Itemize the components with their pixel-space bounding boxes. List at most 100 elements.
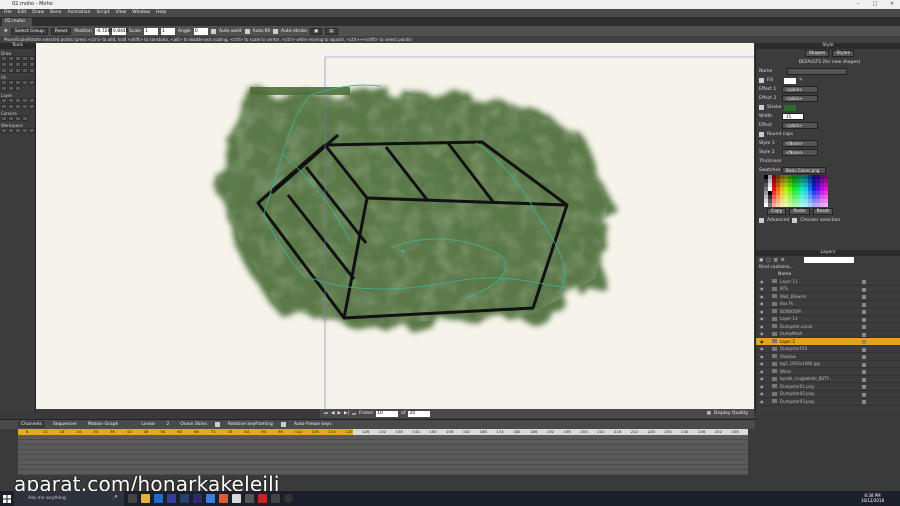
close-icon[interactable]: ✕ <box>884 0 900 9</box>
relative-keyframing-checkbox[interactable] <box>214 422 220 427</box>
layer-row[interactable]: ◉ bg3_1920x1080.jpg <box>756 361 900 368</box>
color-swatches[interactable] <box>764 175 900 207</box>
layer-lock-checkbox[interactable] <box>862 280 866 284</box>
advanced-checkbox[interactable] <box>759 218 764 223</box>
visibility-eye-icon[interactable]: ◉ <box>760 354 766 359</box>
draw-tool[interactable] <box>15 68 21 73</box>
duplicate-layer-icon[interactable]: ▢ <box>766 258 770 263</box>
tool-toggle-button-2[interactable]: ▤ <box>325 27 338 35</box>
visibility-eye-icon[interactable]: ◉ <box>760 391 766 396</box>
fill-tool[interactable] <box>22 80 28 85</box>
stroke-color-swatch[interactable] <box>784 104 796 111</box>
copy-button[interactable]: Copy <box>767 208 787 215</box>
visibility-eye-icon[interactable]: ◉ <box>760 399 766 404</box>
draw-tool[interactable] <box>29 68 35 73</box>
auto-weld-checkbox[interactable] <box>210 28 216 34</box>
menu-script[interactable]: Script <box>96 9 109 17</box>
menu-bone[interactable]: Bone <box>50 9 61 17</box>
freehand-tool[interactable] <box>22 56 28 61</box>
workspace-tool[interactable] <box>22 128 28 133</box>
visibility-eye-icon[interactable]: ◉ <box>760 301 766 306</box>
interpolation-select[interactable]: Linear <box>138 421 158 428</box>
layer-tool[interactable] <box>1 98 7 103</box>
microphone-icon[interactable]: 🎤 <box>112 491 118 506</box>
auto-fill-checkbox[interactable] <box>244 28 250 34</box>
layer-lock-checkbox[interactable] <box>862 317 866 322</box>
workspace-tool[interactable] <box>8 128 14 133</box>
tab-sequencer[interactable]: Sequencer <box>50 421 80 428</box>
name-field[interactable] <box>787 68 848 75</box>
select-group-button[interactable]: Select Group <box>10 27 48 35</box>
round-caps-checkbox[interactable] <box>759 132 764 137</box>
layer-filter-select[interactable]: Kind contains... <box>759 265 794 270</box>
camera-tool[interactable] <box>8 116 14 121</box>
layer-lock-checkbox[interactable] <box>862 347 866 352</box>
layer-tool[interactable] <box>29 104 35 109</box>
fill-tool[interactable] <box>8 86 14 91</box>
workspace-tool[interactable] <box>29 128 35 133</box>
draw-tool[interactable] <box>1 68 7 73</box>
document-tab[interactable]: 02.moho <box>2 18 32 26</box>
draw-tool[interactable] <box>8 62 14 67</box>
scale-y-field[interactable]: 1 <box>161 27 176 35</box>
draw-tool[interactable] <box>29 62 35 67</box>
layer-search-input[interactable] <box>803 257 854 263</box>
stroke-checkbox[interactable] <box>759 105 764 110</box>
system-clock[interactable]: 8:38 PM 10/12/2018 <box>861 493 884 503</box>
app-icon[interactable] <box>206 494 215 503</box>
filezilla-icon[interactable] <box>258 494 267 503</box>
auto-stroke-checkbox[interactable] <box>273 28 279 34</box>
visibility-eye-icon[interactable]: ◉ <box>760 369 766 374</box>
curvature-tool[interactable] <box>15 56 21 61</box>
layer-tool[interactable] <box>29 98 35 103</box>
windows-start-icon[interactable] <box>0 491 14 506</box>
layer-tool[interactable] <box>8 104 14 109</box>
camera-tool[interactable] <box>1 116 7 121</box>
layer-lock-checkbox[interactable] <box>862 385 866 389</box>
onion-skins-select[interactable]: Onion Skins <box>177 421 210 428</box>
layer-lock-checkbox[interactable] <box>862 392 866 397</box>
media-encoder-icon[interactable] <box>193 494 202 503</box>
taskbar-search[interactable]: Ask me anything 🎤 <box>14 491 124 506</box>
reset-style-button[interactable]: Reset <box>812 208 834 215</box>
step-forward-icon[interactable]: ▶| <box>344 411 349 416</box>
file-explorer-icon[interactable] <box>141 494 150 503</box>
layer-lock-checkbox[interactable] <box>862 362 866 367</box>
premiere-icon[interactable] <box>167 494 176 503</box>
menu-file[interactable]: File <box>4 9 12 17</box>
layer-row[interactable]: ◉ Dumpster01.png <box>756 383 900 391</box>
layer-row[interactable]: ◉ Dumpster03.png <box>756 398 900 406</box>
layer-tool[interactable] <box>22 98 28 103</box>
position-y-field[interactable]: 0.8445 <box>111 27 129 35</box>
app-icon-3[interactable] <box>271 494 280 503</box>
camera-tool[interactable] <box>22 116 28 121</box>
camera-tool[interactable] <box>15 116 21 121</box>
fill-tool[interactable] <box>1 86 7 91</box>
play-icon[interactable]: ▶ <box>338 411 341 416</box>
visibility-eye-icon[interactable]: ◉ <box>760 376 766 381</box>
layer-lock-checkbox[interactable] <box>862 332 866 337</box>
style2-select[interactable]: <None> <box>782 149 818 156</box>
menu-animation[interactable]: Animation <box>67 9 90 17</box>
layer-lock-checkbox[interactable] <box>862 340 866 344</box>
layer-row[interactable]: ◉ BOXBOOM <box>756 308 900 316</box>
layer-tool[interactable] <box>8 98 14 103</box>
shapes-tab[interactable]: Shapes <box>804 50 830 57</box>
paste-button[interactable]: Paste <box>789 208 810 215</box>
layer-row[interactable]: ◉ Box Fk <box>756 301 900 308</box>
checker-selection-checkbox[interactable] <box>792 218 798 223</box>
photoshop-icon[interactable] <box>180 494 189 503</box>
position-x-field[interactable]: -0.7268 <box>94 27 113 35</box>
layer-lock-checkbox[interactable] <box>862 377 866 382</box>
fill-tool[interactable] <box>29 80 35 85</box>
layer-row[interactable]: ◉ BTS <box>756 286 900 293</box>
layer-lock-checkbox[interactable] <box>862 287 866 292</box>
swatches-select[interactable]: Basic Colors.png <box>782 167 826 174</box>
display-quality-label[interactable]: Display Quality <box>714 411 748 416</box>
draw-tool[interactable] <box>22 62 28 67</box>
delete-layer-icon[interactable]: ▥ <box>774 258 778 263</box>
style1-select[interactable]: <None> <box>782 140 818 147</box>
visibility-eye-icon[interactable]: ◉ <box>760 339 766 344</box>
selected-point[interactable] <box>401 249 405 253</box>
fill-tool[interactable] <box>15 86 21 91</box>
